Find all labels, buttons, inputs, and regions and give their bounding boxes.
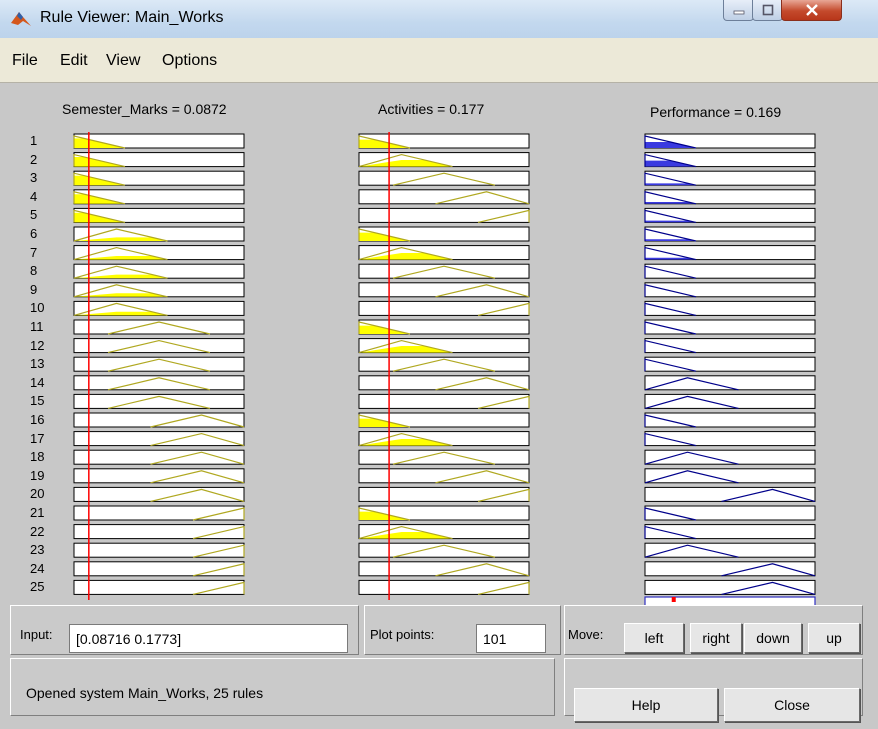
rule-output-box bbox=[644, 356, 816, 372]
rule-output-box bbox=[644, 226, 816, 242]
rule-output-box bbox=[644, 300, 816, 316]
input-vector-field[interactable]: [0.08716 0.1773] bbox=[69, 624, 348, 653]
move-right-button[interactable]: right bbox=[690, 623, 742, 653]
rule-input1-box bbox=[73, 505, 245, 521]
rule-output-box bbox=[644, 282, 816, 298]
rule-input1-box bbox=[73, 542, 245, 558]
rule-output-box bbox=[644, 412, 816, 428]
input-label: Input: bbox=[20, 627, 53, 642]
plot-points-field[interactable]: 101 bbox=[476, 624, 546, 653]
rule-input1-box bbox=[73, 561, 245, 577]
rule-input2-box bbox=[358, 486, 530, 502]
rule-input1-box bbox=[73, 579, 245, 595]
rule-input2-box bbox=[358, 300, 530, 316]
rule-output-box bbox=[644, 170, 816, 186]
rule-output-box bbox=[644, 431, 816, 447]
move-label: Move: bbox=[568, 627, 604, 642]
rule-input2-box bbox=[358, 393, 530, 409]
rule-output-box bbox=[644, 338, 816, 354]
defuzzified-output-marker bbox=[671, 597, 676, 602]
rule-input2-box bbox=[358, 579, 530, 595]
rule-output-box bbox=[644, 505, 816, 521]
rule-output-box bbox=[644, 319, 816, 335]
rule-input1-box bbox=[73, 524, 245, 540]
move-up-button[interactable]: up bbox=[808, 623, 860, 653]
status-text: Opened system Main_Works, 25 rules bbox=[26, 685, 264, 701]
move-left-button[interactable]: left bbox=[624, 623, 684, 653]
move-down-button[interactable]: down bbox=[744, 623, 802, 653]
plot-points-label: Plot points: bbox=[370, 627, 435, 642]
close-button[interactable]: Close bbox=[724, 688, 860, 722]
help-button[interactable]: Help bbox=[574, 688, 718, 722]
rule-output-box bbox=[644, 245, 816, 261]
rule-output-box bbox=[644, 207, 816, 223]
rule-output-box bbox=[644, 263, 816, 279]
rule-input2-box bbox=[358, 207, 530, 223]
rule-viewer-window: Rule Viewer: Main_Works File Edit View O… bbox=[0, 0, 878, 729]
rule-output-box bbox=[644, 189, 816, 205]
rule-output-box bbox=[644, 524, 816, 540]
